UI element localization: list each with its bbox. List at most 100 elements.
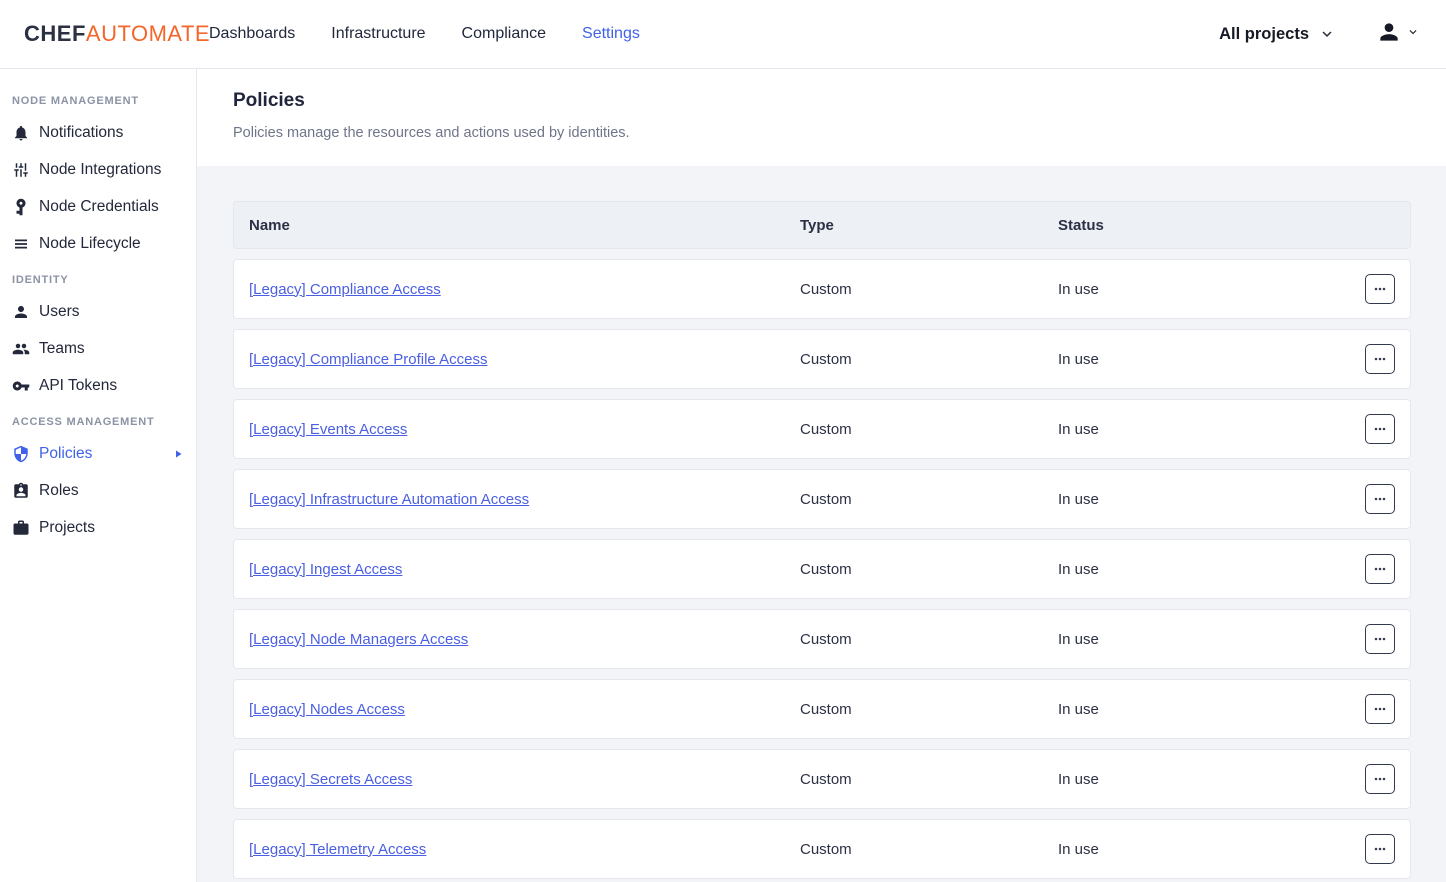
policy-name-link[interactable]: [Legacy] Compliance Profile Access [249,351,487,368]
column-header-type: Type [800,217,1058,234]
policy-type-value: Custom [800,421,1058,438]
column-header-status: Status [1058,217,1364,234]
projects-filter-dropdown[interactable]: All projects [1219,25,1336,44]
policy-type-value: Custom [800,351,1058,368]
policy-status-value: In use [1058,421,1364,438]
policy-table-row: [Legacy] Node Managers Access CustomIn us… [233,609,1411,669]
app-shell: NODE MANAGEMENTNotificationsNode Integra… [0,69,1446,882]
row-more-options-button[interactable] [1365,554,1395,584]
nav-item-infrastructure[interactable]: Infrastructure [331,25,425,43]
shield-icon [12,445,30,463]
row-more-options-button[interactable] [1365,764,1395,794]
sidebar-item-api-tokens[interactable]: API Tokens [0,367,196,404]
chef-automate-logo[interactable]: CHEFAUTOMATE [0,21,209,47]
column-header-name: Name [234,217,800,234]
policy-name-link[interactable]: [Legacy] Node Managers Access [249,631,468,648]
policy-table-row: [Legacy] Ingest Access CustomIn use [233,539,1411,599]
row-more-options-button[interactable] [1365,414,1395,444]
policy-type-value: Custom [800,701,1058,718]
row-more-options-button[interactable] [1365,274,1395,304]
policy-status-value: In use [1058,561,1364,578]
policy-status-value: In use [1058,281,1364,298]
person-icon [12,303,30,321]
sidebar-section: ACCESS MANAGEMENT Policies Roles Projects [0,406,196,546]
row-more-options-button[interactable] [1365,694,1395,724]
sidebar-item-roles[interactable]: Roles [0,472,196,509]
sidebar-item-label: Node Lifecycle [39,235,141,253]
table-header-row: Name Type Status [233,201,1411,249]
policy-table-row: [Legacy] Events Access CustomIn use [233,399,1411,459]
sidebar-section: NODE MANAGEMENTNotificationsNode Integra… [0,85,196,262]
top-header: CHEFAUTOMATE Dashboards Infrastructure Com… [0,0,1446,69]
policy-name-link[interactable]: [Legacy] Secrets Access [249,771,412,788]
sidebar-section-label: IDENTITY [0,264,196,293]
nav-item-settings[interactable]: Settings [582,25,640,43]
policy-table-row: [Legacy] Secrets Access CustomIn use [233,749,1411,809]
policy-type-value: Custom [800,631,1058,648]
sidebar-item-label: Roles [39,482,79,500]
more-options-icon [1372,701,1388,717]
policy-status-value: In use [1058,631,1364,648]
nav-item-dashboards[interactable]: Dashboards [209,25,295,43]
policy-status-value: In use [1058,701,1364,718]
sidebar-item-policies[interactable]: Policies [0,435,196,472]
policy-type-value: Custom [800,491,1058,508]
sidebar-section-label: ACCESS MANAGEMENT [0,406,196,435]
sidebar-item-label: Projects [39,519,95,537]
sidebar-item-label: Node Integrations [39,161,161,179]
more-options-icon [1372,351,1388,367]
policy-table-row: [Legacy] Nodes Access CustomIn use [233,679,1411,739]
sidebar-item-node-credentials[interactable]: Node Credentials [0,188,196,225]
policy-name-link[interactable]: [Legacy] Compliance Access [249,281,441,298]
user-menu[interactable] [1376,19,1420,50]
policy-type-value: Custom [800,771,1058,788]
policy-name-link[interactable]: [Legacy] Ingest Access [249,561,402,578]
nav-item-compliance[interactable]: Compliance [462,25,546,43]
user-avatar-icon [1376,19,1402,50]
row-more-options-button[interactable] [1365,484,1395,514]
projects-filter-label: All projects [1219,25,1309,44]
logo-product-text: AUTOMATE [86,21,210,46]
logo-brand-text: CHEF [24,21,86,46]
sidebar-item-label: API Tokens [39,377,117,395]
list-icon [12,235,30,253]
more-options-icon [1372,281,1388,297]
policy-table-row: [Legacy] Infrastructure Automation Acces… [233,469,1411,529]
policy-status-value: In use [1058,841,1364,858]
page-content: Name Type Status [Legacy] Compliance Acc… [197,166,1446,882]
row-more-options-button[interactable] [1365,624,1395,654]
policy-name-link[interactable]: [Legacy] Telemetry Access [249,841,426,858]
policy-type-value: Custom [800,281,1058,298]
sidebar-item-label: Policies [39,445,92,463]
policy-status-value: In use [1058,351,1364,368]
more-options-icon [1372,771,1388,787]
chevron-down-icon [1318,25,1336,43]
page-header: Policies Policies manage the resources a… [197,69,1446,166]
sidebar-item-node-integrations[interactable]: Node Integrations [0,151,196,188]
policy-status-value: In use [1058,491,1364,508]
sidebar-item-teams[interactable]: Teams [0,330,196,367]
page-title: Policies [233,90,1410,112]
sidebar-item-projects[interactable]: Projects [0,509,196,546]
chevron-down-icon [1402,25,1420,44]
briefcase-icon [12,519,30,537]
main-panel: Policies Policies manage the resources a… [197,69,1446,882]
more-options-icon [1372,841,1388,857]
more-options-icon [1372,491,1388,507]
policy-name-link[interactable]: [Legacy] Infrastructure Automation Acces… [249,491,529,508]
sidebar-item-label: Users [39,303,79,321]
sidebar-item-label: Node Credentials [39,198,159,216]
row-more-options-button[interactable] [1365,834,1395,864]
sidebar-item-label: Teams [39,340,85,358]
sidebar-item-users[interactable]: Users [0,293,196,330]
policy-name-link[interactable]: [Legacy] Nodes Access [249,701,405,718]
policy-type-value: Custom [800,561,1058,578]
key-icon [12,377,30,395]
policy-status-value: In use [1058,771,1364,788]
row-more-options-button[interactable] [1365,344,1395,374]
policy-name-link[interactable]: [Legacy] Events Access [249,421,407,438]
group-icon [12,340,30,358]
top-navigation: Dashboards Infrastructure Compliance Settin… [209,25,676,43]
sidebar-item-node-lifecycle[interactable]: Node Lifecycle [0,225,196,262]
sidebar-item-notifications[interactable]: Notifications [0,114,196,151]
